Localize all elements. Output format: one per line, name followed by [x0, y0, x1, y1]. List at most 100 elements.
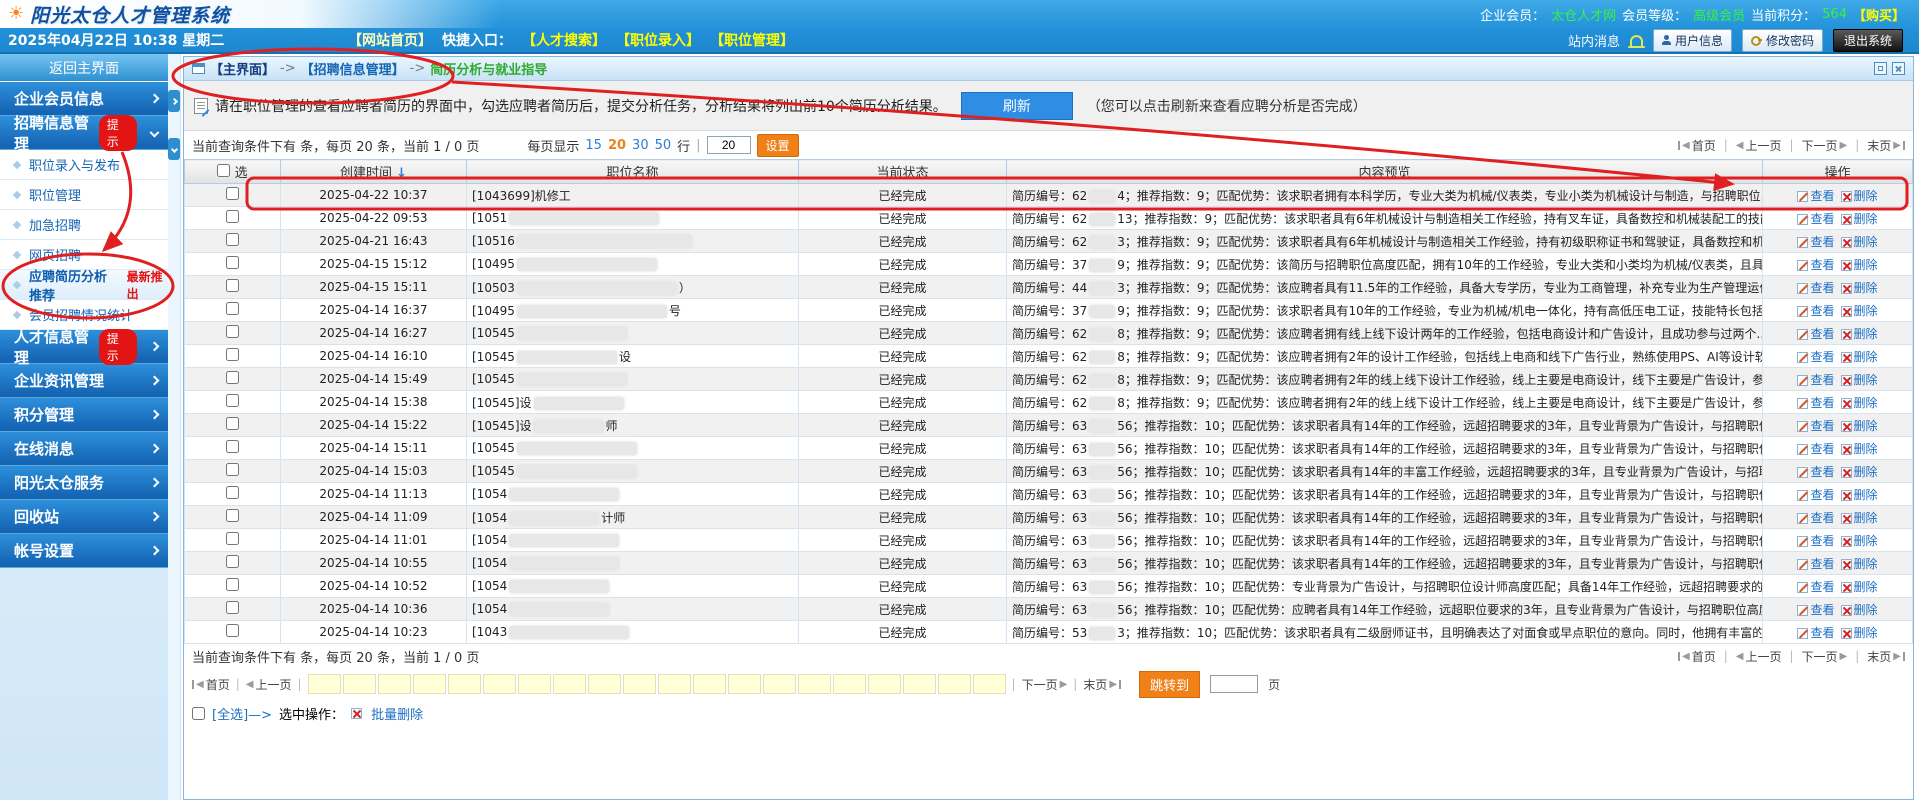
sidebar-collapse-button[interactable] — [168, 90, 180, 112]
delete-link[interactable]: 删除 — [1840, 189, 1878, 203]
per-page-option-30[interactable]: 30 — [632, 138, 649, 153]
row-checkbox[interactable] — [226, 348, 239, 361]
buy-link[interactable]: 【购买】 — [1853, 5, 1905, 24]
sidebar-group-7[interactable]: 阳光太仓服务 — [0, 466, 168, 500]
row-checkbox[interactable] — [226, 555, 239, 568]
per-page-option-15[interactable]: 15 — [585, 138, 602, 153]
view-link[interactable]: 查看 — [1797, 396, 1835, 410]
sidebar-item-2-2[interactable]: 职位管理 — [0, 180, 168, 210]
sidebar-item-2-5[interactable]: 应聘简历分析推荐 最新推出 — [0, 270, 168, 304]
restore-window-icon[interactable] — [1874, 62, 1887, 75]
delete-link[interactable]: 删除 — [1840, 603, 1878, 617]
prev-page-link[interactable]: ◀ 上一页 — [1736, 137, 1782, 154]
breadcrumb-home[interactable]: 【主界面】 — [210, 59, 275, 78]
next-page-link[interactable]: 下一页 ▶ — [1022, 676, 1068, 693]
page-slot[interactable] — [552, 674, 586, 694]
row-checkbox[interactable] — [226, 463, 239, 476]
view-link[interactable]: 查看 — [1797, 534, 1835, 548]
view-link[interactable]: 查看 — [1797, 258, 1835, 272]
delete-link[interactable]: 删除 — [1840, 281, 1878, 295]
first-page-link[interactable]: ◀ 首页 — [192, 676, 230, 693]
delete-link[interactable]: 删除 — [1840, 235, 1878, 249]
row-checkbox[interactable] — [226, 440, 239, 453]
sidebar-item-2-1[interactable]: 职位录入与发布 — [0, 150, 168, 180]
view-link[interactable]: 查看 — [1797, 419, 1835, 433]
page-slot[interactable] — [727, 674, 761, 694]
next-page-link[interactable]: 下一页 ▶ — [1802, 648, 1848, 665]
delete-link[interactable]: 删除 — [1840, 488, 1878, 502]
jump-to-button[interactable]: 跳转到 — [1139, 670, 1201, 698]
page-slot[interactable] — [972, 674, 1006, 694]
page-slot[interactable] — [622, 674, 656, 694]
row-checkbox[interactable] — [226, 601, 239, 614]
last-page-link[interactable]: 末页 ▶ — [1867, 137, 1905, 154]
page-slot[interactable] — [832, 674, 866, 694]
col-created-time[interactable]: 创建时间 ↓ — [280, 159, 467, 184]
first-page-link[interactable]: ◀ 首页 — [1677, 137, 1716, 154]
row-checkbox[interactable] — [226, 279, 239, 292]
page-slot[interactable] — [902, 674, 936, 694]
sidebar-expand-button[interactable] — [168, 138, 180, 160]
row-checkbox[interactable] — [226, 486, 239, 499]
delete-link[interactable]: 删除 — [1840, 580, 1878, 594]
view-link[interactable]: 查看 — [1797, 327, 1835, 341]
delete-link[interactable]: 删除 — [1840, 373, 1878, 387]
next-page-link[interactable]: 下一页 ▶ — [1802, 137, 1848, 154]
page-slot[interactable] — [517, 674, 551, 694]
logout-button[interactable]: 退出系统 — [1832, 28, 1903, 52]
delete-link[interactable]: 删除 — [1840, 419, 1878, 433]
view-link[interactable]: 查看 — [1797, 511, 1835, 525]
row-checkbox[interactable] — [226, 187, 239, 200]
prev-page-link[interactable]: ◀ 上一页 — [1736, 648, 1782, 665]
page-slot[interactable] — [657, 674, 691, 694]
select-all-checkbox[interactable] — [217, 164, 231, 177]
row-checkbox[interactable] — [226, 210, 239, 223]
delete-link[interactable]: 删除 — [1840, 626, 1878, 640]
first-page-link[interactable]: ◀ 首页 — [1677, 648, 1716, 665]
jump-page-input[interactable] — [1210, 675, 1259, 693]
sidebar-group-2[interactable]: 招聘信息管理 提示 — [0, 114, 168, 153]
sidebar-group-8[interactable]: 回收站 — [0, 500, 168, 534]
page-slot[interactable] — [867, 674, 901, 694]
view-link[interactable]: 查看 — [1797, 373, 1835, 387]
page-slot[interactable] — [482, 674, 516, 694]
delete-link[interactable]: 删除 — [1840, 350, 1878, 364]
last-page-link[interactable]: 末页 ▶ — [1083, 676, 1122, 693]
row-checkbox[interactable] — [226, 509, 239, 522]
view-link[interactable]: 查看 — [1797, 350, 1835, 364]
row-checkbox[interactable] — [226, 256, 239, 269]
sidebar-item-2-3[interactable]: 加急招聘 — [0, 210, 168, 240]
nav-job-entry[interactable]: 【职位录入】 — [616, 30, 700, 50]
page-slot[interactable] — [797, 674, 831, 694]
change-password-button[interactable]: 修改密码 — [1741, 28, 1823, 52]
close-window-icon[interactable] — [1892, 62, 1905, 75]
delete-link[interactable]: 删除 — [1840, 258, 1878, 272]
delete-link[interactable]: 删除 — [1840, 396, 1878, 410]
sidebar-group-9[interactable]: 帐号设置 — [0, 534, 168, 568]
select-all-link[interactable]: [全选]—> — [212, 704, 272, 723]
batch-delete-link[interactable]: 批量删除 — [371, 704, 423, 723]
view-link[interactable]: 查看 — [1797, 580, 1835, 594]
sidebar-group-4[interactable]: 企业资讯管理 — [0, 364, 168, 398]
per-page-option-50[interactable]: 50 — [655, 138, 672, 153]
prev-page-link[interactable]: ◀ 上一页 — [246, 676, 292, 693]
view-link[interactable]: 查看 — [1797, 189, 1835, 203]
back-to-main-button[interactable]: 返回主界面 — [0, 54, 168, 82]
delete-link[interactable]: 删除 — [1840, 304, 1878, 318]
view-link[interactable]: 查看 — [1797, 304, 1835, 318]
view-link[interactable]: 查看 — [1797, 488, 1835, 502]
sidebar-group-5[interactable]: 积分管理 — [0, 398, 168, 432]
view-link[interactable]: 查看 — [1797, 557, 1835, 571]
nav-job-manage[interactable]: 【职位管理】 — [710, 30, 794, 50]
view-link[interactable]: 查看 — [1797, 465, 1835, 479]
page-slot[interactable] — [692, 674, 726, 694]
page-slot[interactable] — [447, 674, 481, 694]
sidebar-group-6[interactable]: 在线消息 — [0, 432, 168, 466]
row-checkbox[interactable] — [226, 532, 239, 545]
row-checkbox[interactable] — [226, 233, 239, 246]
nav-talent-search[interactable]: 【人才搜索】 — [522, 30, 606, 50]
row-checkbox[interactable] — [226, 624, 239, 637]
row-checkbox[interactable] — [226, 578, 239, 591]
row-checkbox[interactable] — [226, 325, 239, 338]
page-slot[interactable] — [342, 674, 376, 694]
